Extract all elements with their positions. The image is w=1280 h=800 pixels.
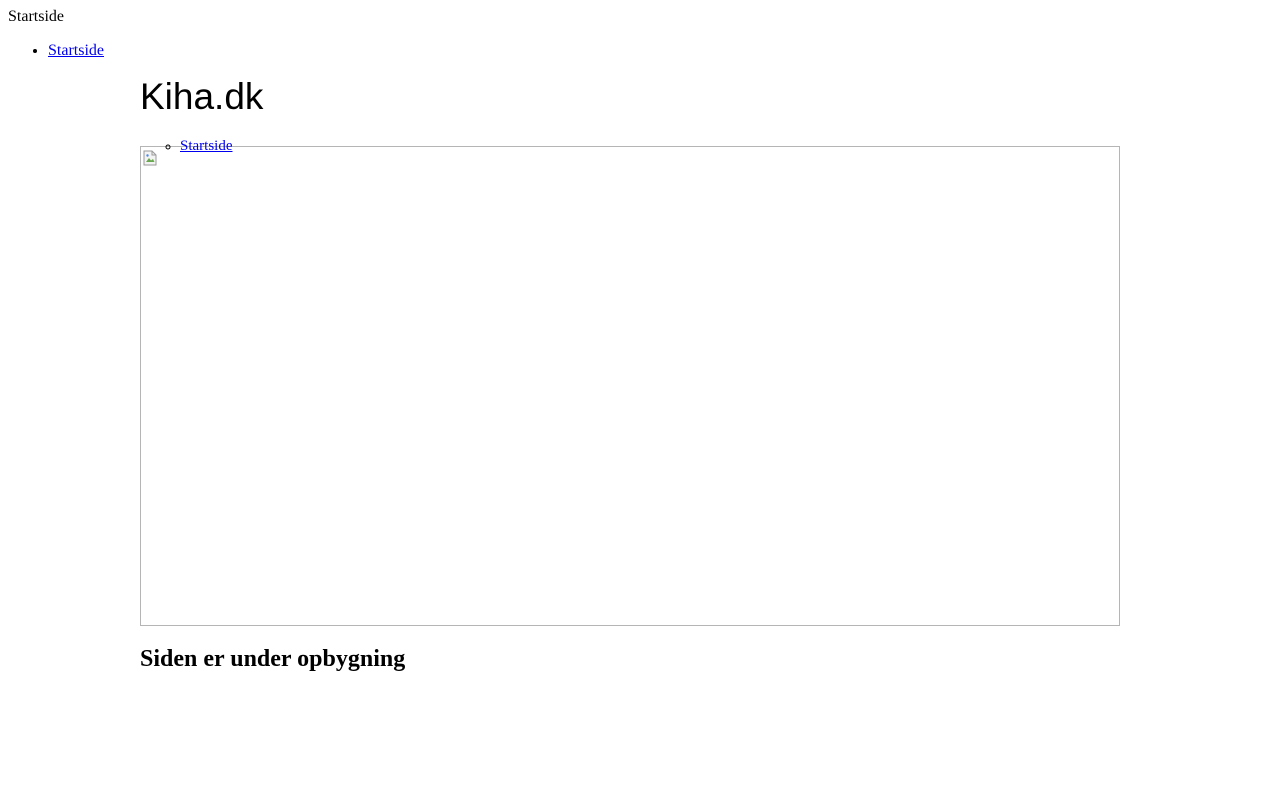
inner-nav-link-startside[interactable]: Startside [180, 138, 233, 154]
inner-nav: Startside [140, 137, 233, 155]
top-nav-link-startside[interactable]: Startside [48, 42, 104, 59]
status-heading: Siden er under opbygning [140, 646, 406, 672]
top-nav: Startside [8, 42, 104, 60]
top-label: Startside [8, 8, 64, 25]
hero-image [140, 146, 1120, 626]
top-nav-item-startside: Startside [48, 42, 104, 60]
inner-nav-item-startside: Startside [180, 137, 233, 155]
site-title: Kiha.dk [140, 76, 264, 117]
